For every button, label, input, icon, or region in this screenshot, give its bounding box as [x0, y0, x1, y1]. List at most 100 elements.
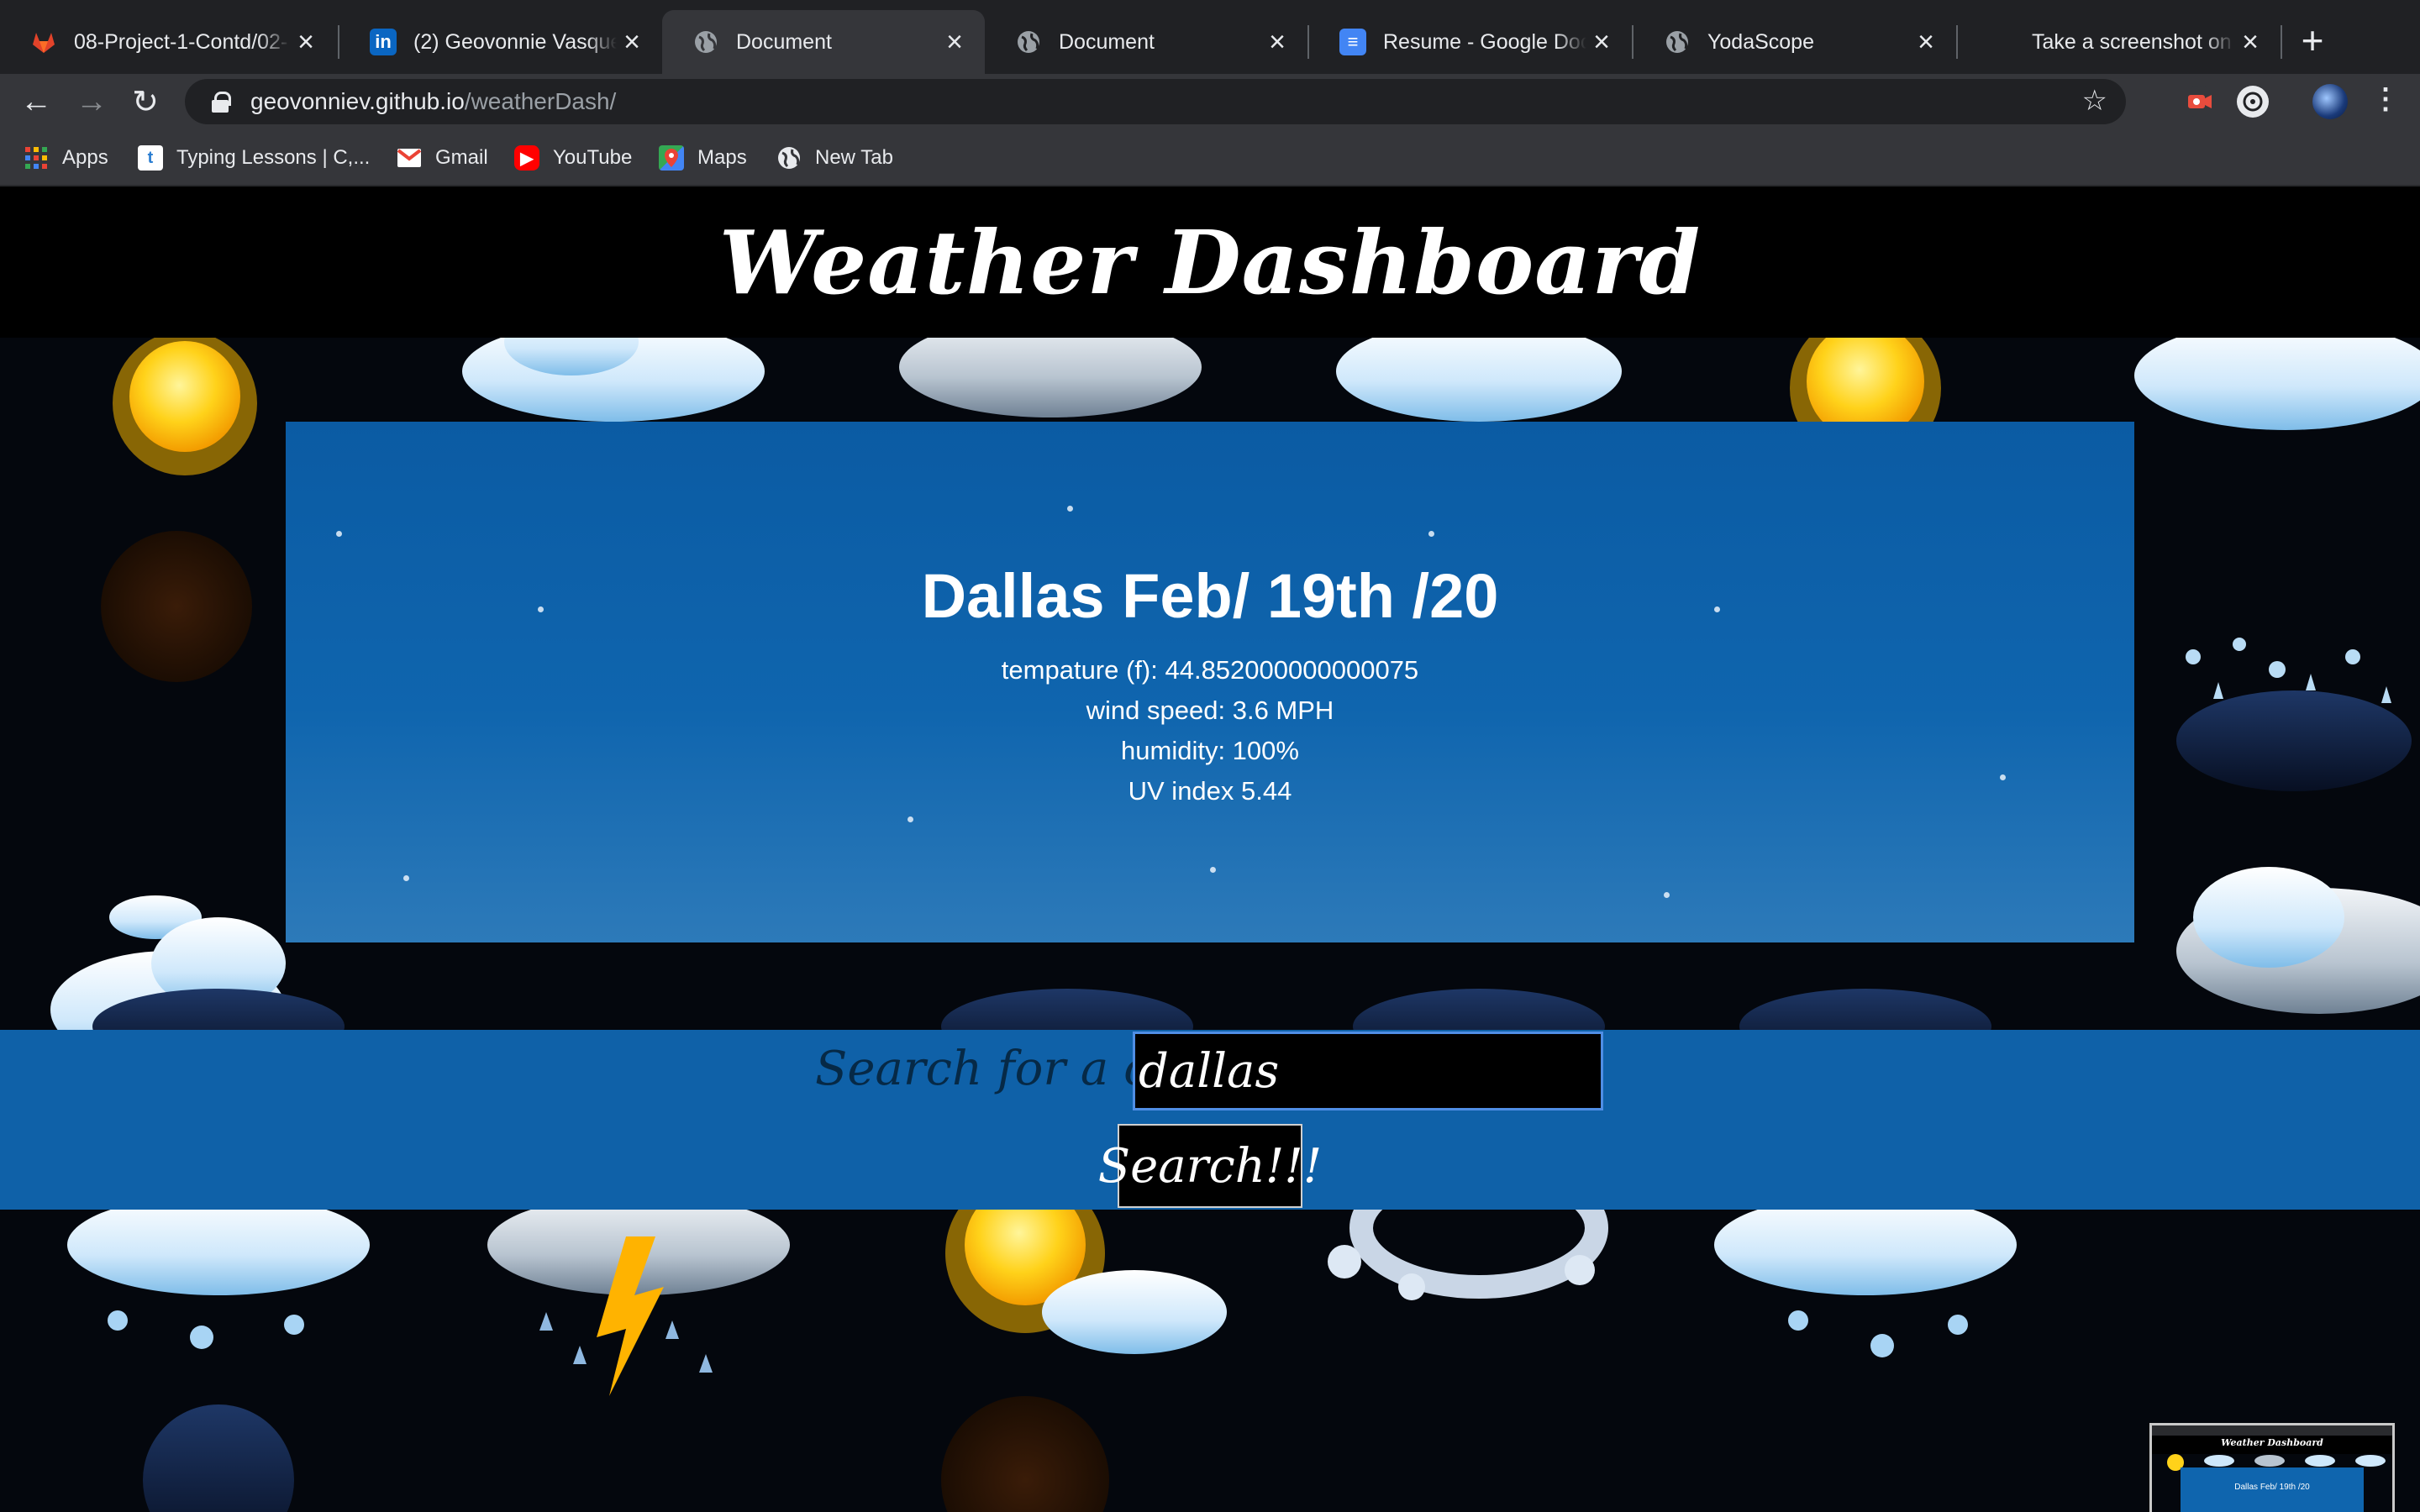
extension-record-icon[interactable] [2183, 86, 2215, 118]
page-title: Weather Dashboard [718, 210, 1702, 314]
tab-google-docs-resume[interactable]: ≡ Resume - Google Docs × [1309, 10, 1632, 74]
close-icon[interactable]: × [939, 26, 970, 58]
forward-arrow-icon[interactable]: → [72, 82, 111, 121]
bookmark-label: Typing Lessons | C,... [176, 146, 371, 169]
typing-icon: t [138, 145, 163, 171]
snow-speck [336, 531, 342, 537]
tab-title: 08-Project-1-Contd/02- [74, 29, 288, 54]
close-icon[interactable]: × [1911, 26, 1941, 58]
uv-index-text: UV index 5.44 [1128, 776, 1292, 806]
snow-speck [1664, 892, 1670, 898]
dark-sun-icon [101, 531, 252, 682]
apps-grid-icon [24, 145, 49, 171]
bookmark-youtube[interactable]: ▶ YouTube [514, 143, 632, 173]
bookmark-label: Apps [62, 146, 108, 169]
browser-toolbar: ← → ↻ geovonniev.github.io/weatherDash/ … [0, 74, 2420, 129]
bookmark-typing-lessons[interactable]: t Typing Lessons | C,... [138, 143, 370, 173]
temperature-text: tempature (f): 44.852000000000075 [1001, 655, 1419, 685]
maps-icon [659, 145, 684, 171]
grey-cloud-icon [899, 338, 1202, 417]
bookmark-gmail[interactable]: Gmail [397, 143, 488, 173]
reload-icon[interactable]: ↻ [126, 82, 165, 121]
snow-speck [2000, 774, 2006, 780]
tab-screenshot-help[interactable]: Take a screenshot on yo × [1958, 10, 2281, 74]
cloud-icon [2176, 867, 2420, 1014]
tab-yodascope[interactable]: YodaScope × [1634, 10, 1956, 74]
close-icon[interactable]: × [1586, 26, 1617, 58]
bookmark-label: Gmail [435, 146, 488, 169]
close-icon[interactable]: × [1262, 26, 1292, 58]
tab-title: Document [1059, 29, 1155, 54]
close-icon[interactable]: × [2235, 26, 2265, 58]
snow-speck [908, 816, 913, 822]
snow-cloud-icon [67, 1194, 370, 1349]
wind-speed-text: wind speed: 3.6 MPH [1086, 696, 1334, 725]
tab-title: Document [736, 29, 832, 54]
tab-title: YodaScope [1707, 29, 1814, 54]
dark-sun-icon [143, 1396, 1109, 1512]
close-icon[interactable]: × [617, 26, 647, 58]
thumbnail-city-date: Dallas Feb/ 19th /20 [2234, 1483, 2310, 1492]
thumbnail-title: Weather Dashboard [2221, 1437, 2323, 1448]
dark-cloud-icon [2176, 690, 2412, 791]
globe-icon [1015, 29, 1042, 55]
cloud-icon [1336, 338, 1622, 422]
globe-icon [1664, 29, 1691, 55]
bookmark-maps[interactable]: Maps [659, 143, 747, 173]
back-arrow-icon[interactable]: ← [17, 82, 55, 121]
tab-document-active[interactable]: Document × [662, 10, 985, 74]
bookmark-label: New Tab [815, 146, 893, 169]
bookmark-apps[interactable]: Apps [24, 143, 108, 173]
lock-icon [208, 90, 232, 113]
snow-speck [1067, 506, 1073, 512]
linkedin-icon: in [370, 29, 397, 55]
tab-linkedin[interactable]: in (2) Geovonnie Vasquez × [339, 10, 662, 74]
address-bar[interactable]: geovonniev.github.io/weatherDash/ ☆ [185, 79, 2126, 124]
humidity-text: humidity: 100% [1121, 736, 1299, 765]
tab-strip: 08-Project-1-Contd/02- × in (2) Geovonni… [0, 0, 2420, 74]
tab-title: Resume - Google Docs [1383, 29, 1586, 54]
globe-icon [692, 29, 719, 55]
gitlab-icon [30, 29, 57, 55]
globe-icon [776, 145, 802, 171]
bookmark-label: Maps [697, 146, 747, 169]
youtube-icon: ▶ [514, 145, 539, 171]
tab-title: (2) Geovonnie Vasquez [413, 29, 617, 54]
close-icon[interactable]: × [291, 26, 321, 58]
cloud-icon [462, 338, 765, 422]
new-tab-plus-icon[interactable]: + [2294, 18, 2331, 62]
extension-circle-icon[interactable] [2237, 86, 2269, 118]
url-path: /weatherDash/ [464, 88, 617, 114]
bookmark-new-tab[interactable]: New Tab [776, 143, 893, 173]
screenshot-preview-thumbnail[interactable]: Weather Dashboard Dallas Feb/ 19th /20 [2149, 1423, 2395, 1512]
search-button[interactable]: Search!!! [1098, 1124, 1322, 1208]
city-search-input[interactable] [1133, 1032, 1603, 1110]
city-date-heading: Dallas Feb/ 19th /20 [921, 561, 1499, 631]
tab-gitlab-project[interactable]: 08-Project-1-Contd/02- × [0, 10, 336, 74]
page-header: Weather Dashboard [0, 186, 2420, 338]
weather-dashboard-page: Weather Dashboard Dallas Feb/ 19th /20 t… [0, 186, 2420, 1512]
cloud-icon [2134, 338, 2420, 430]
snow-speck [1428, 531, 1434, 537]
sun-icon [113, 338, 257, 475]
tab-title: Take a screenshot on yo [2032, 29, 2235, 54]
bookmarks-bar: Apps t Typing Lessons | C,... Gmail ▶ Yo… [0, 129, 2420, 186]
menu-kebab-icon[interactable]: ⋮ [2371, 82, 2400, 116]
snow-speck [538, 606, 544, 612]
profile-avatar[interactable] [2312, 84, 2348, 119]
bookmark-label: YouTube [553, 146, 633, 169]
snow-speck [1714, 606, 1720, 612]
url-host: geovonniev.github.io [250, 88, 465, 114]
tab-divider [2281, 25, 2282, 59]
gmail-icon [397, 145, 422, 171]
bookmark-star-icon[interactable]: ☆ [2082, 84, 2107, 118]
apple-icon [1988, 29, 2015, 55]
search-label: Search for a city [815, 1042, 1211, 1096]
google-docs-icon: ≡ [1339, 29, 1366, 55]
tab-document[interactable]: Document × [985, 10, 1307, 74]
snow-cloud-icon [1714, 1194, 2017, 1357]
snow-speck [403, 875, 409, 881]
weather-details: tempature (f): 44.852000000000075 wind s… [1002, 650, 1418, 811]
current-weather-card: Dallas Feb/ 19th /20 tempature (f): 44.8… [286, 422, 2134, 942]
snow-speck [1210, 867, 1216, 873]
